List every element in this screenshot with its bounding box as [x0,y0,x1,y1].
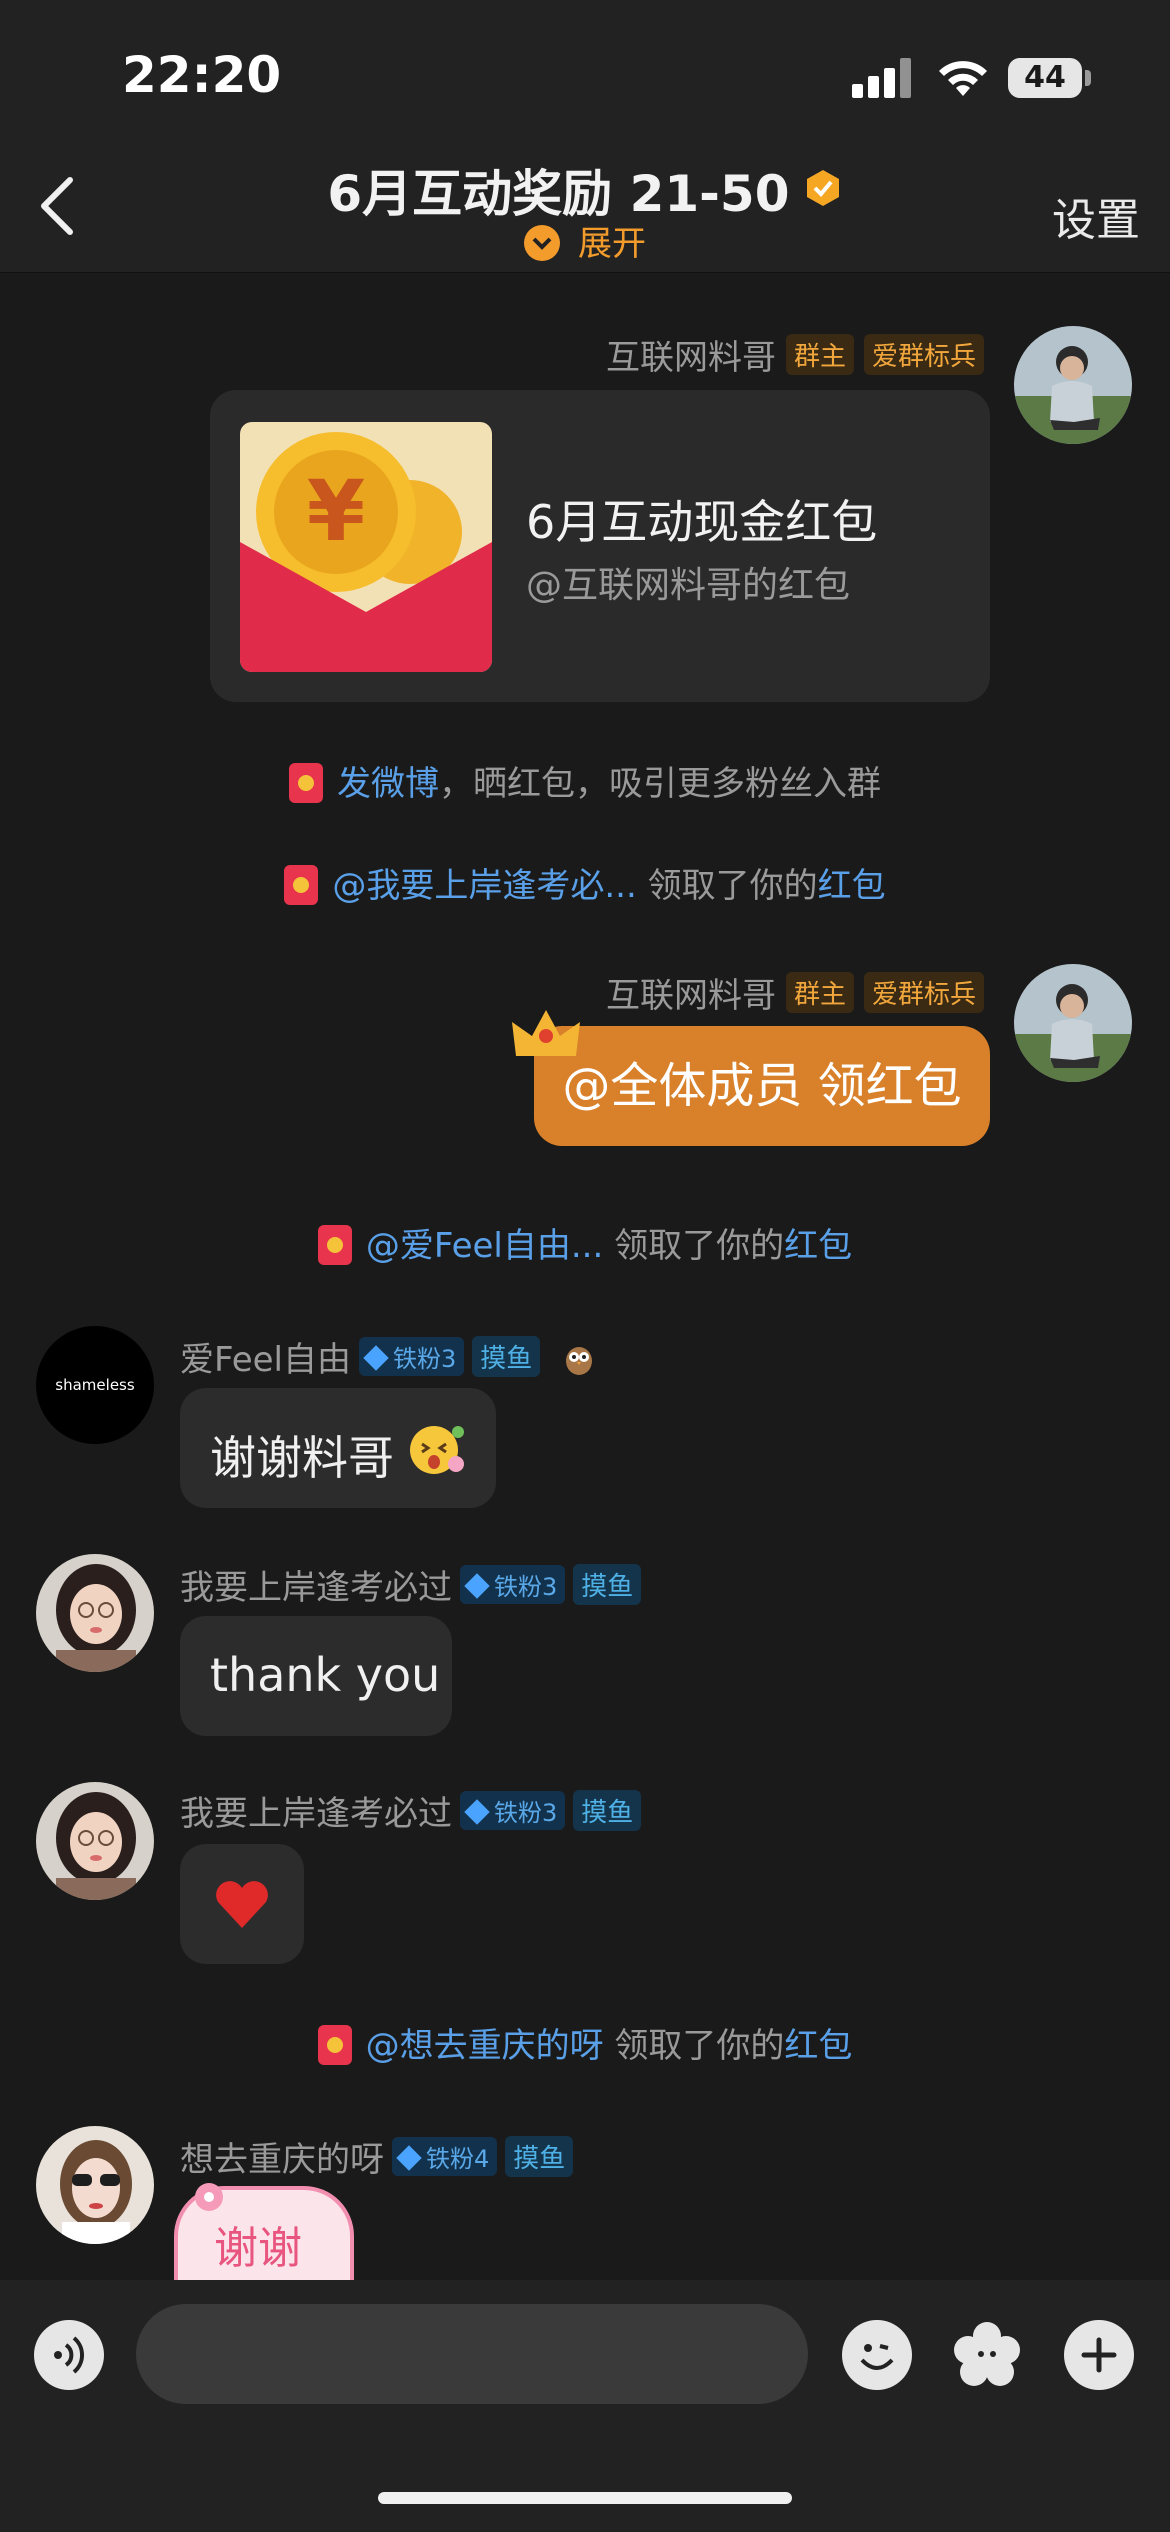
owner-tag: 群主 [785,972,854,1013]
sender-name: 我要上岸逢考必过 [180,1794,452,1834]
plus-icon [1081,2337,1117,2373]
red-packet-icon [317,1225,352,1265]
sender-name-line: 互联网料哥 群主 爱群标兵 [606,968,984,1017]
sender-name-line: 我要上岸逢考必过 铁粉3 摸鱼 [180,1560,642,1609]
fan-level-label: 铁粉3 [494,1573,558,1601]
claimer-link[interactable]: @爱Feel自由... [366,1226,603,1266]
fan-level-label: 铁粉3 [494,1799,558,1827]
badge-tag: 爱群标兵 [863,972,984,1013]
red-packet-link[interactable]: 红包 [818,866,886,906]
message-bubble[interactable]: thank you [180,1616,452,1736]
claimer-link[interactable]: @我要上岸逢考必... [332,866,636,906]
sender-name: 互联网料哥 [605,338,776,378]
red-packet-icon [317,2025,352,2065]
system-message-claim: @我要上岸逢考必... 领取了你的红包 [0,858,1170,907]
post-weibo-link[interactable]: 发微博 [337,764,439,804]
group-tag: 摸鱼 [505,2136,574,2177]
heart-icon [216,1881,268,1928]
home-indicator [378,2492,792,2504]
blush-emoji-icon [410,1426,464,1474]
svg-text:¥: ¥ [307,462,365,560]
sender-name: 爱Feel自由 [180,1340,351,1380]
badge-tag: 爱群标兵 [863,334,984,375]
message-text: 谢谢 [214,2223,302,2274]
avatar[interactable]: shameless [36,1326,154,1444]
sender-name-line: 我要上岸逢考必过 铁粉3 摸鱼 [180,1786,642,1835]
message-bubble[interactable] [180,1844,304,1964]
diamond-icon [363,1345,389,1371]
add-button[interactable] [1064,2320,1134,2390]
status-time: 22:20 [122,46,282,104]
battery-tip [1085,70,1091,86]
system-text: ，晒红包，吸引更多粉丝入群 [439,764,881,804]
message-input[interactable] [136,2304,808,2404]
sticker-button[interactable] [952,2320,1022,2390]
voice-icon [54,2336,85,2374]
sender-name-line: 想去重庆的呀 铁粉4 摸鱼 [180,2132,574,2181]
claimer-link[interactable]: @想去重庆的呀 [366,2026,604,2066]
sender-name: 互联网料哥 [605,976,776,1016]
diamond-icon [464,1799,490,1825]
fan-level-tag: 铁粉3 [460,1791,566,1830]
emoji-button[interactable] [842,2320,912,2390]
red-packet-icon [289,763,323,803]
avatar[interactable] [1014,964,1132,1082]
red-packet-title: 6月互动现金红包 [526,495,878,549]
red-packet-card[interactable]: ¥ 6月互动现金红包 @互联网料哥的红包 [210,390,990,702]
owl-icon [566,1347,593,1375]
group-tag: 摸鱼 [472,1336,541,1377]
avatar[interactable] [36,1782,154,1900]
cellular-signal-icon [852,58,914,98]
sender-name-line: 爱Feel自由 铁粉3 摸鱼 [180,1332,597,1381]
system-text: 领取了你的 [603,1226,785,1266]
wifi-icon [939,61,987,96]
fan-level-tag: 铁粉4 [392,2137,498,2176]
message-bubble[interactable]: 谢谢料哥 [180,1388,496,1508]
flower-icon [954,2322,1020,2386]
voice-button[interactable] [34,2320,104,2390]
fan-level-tag: 铁粉3 [358,1337,465,1376]
system-message-claim: @想去重庆的呀 领取了你的红包 [0,2018,1170,2067]
red-packet-link[interactable]: 红包 [784,1226,852,1266]
sender-name: 我要上岸逢考必过 [180,1568,452,1608]
sender-name: 想去重庆的呀 [180,2140,384,2180]
system-text: 领取了你的 [603,2026,785,2066]
avatar-text: shameless [55,1376,135,1394]
expand-toggle[interactable]: 展开 [0,216,1170,265]
avatar[interactable] [36,1554,154,1672]
diamond-icon [464,1573,490,1599]
diamond-icon [396,2145,422,2171]
message-text: thank you [210,1648,441,1702]
announcement-bubble[interactable]: @全体成员 领红包 [534,1026,990,1146]
fan-level-label: 铁粉4 [426,2145,490,2173]
battery-indicator: 44 [1008,58,1082,98]
red-packet-subtitle: @互联网料哥的红包 [526,565,851,606]
flower-decoration-icon [195,2183,223,2211]
avatar[interactable] [1014,326,1132,444]
title-row: 6月互动奖励 21-50 [0,150,1170,226]
settings-button[interactable]: 设置 [1052,184,1140,248]
red-packet-image: ¥ [240,422,492,672]
expand-label: 展开 [578,224,646,264]
smiley-icon [860,2344,894,2370]
avatar[interactable] [36,2126,154,2244]
crown-icon [512,1010,580,1056]
chat-header: 6月互动奖励 21-50 展开 设置 [0,150,1170,273]
message-text: 谢谢料哥 [210,1431,394,1485]
group-tag: 摸鱼 [573,1564,642,1605]
status-bar: 22:20 44 [0,0,1170,150]
red-packet-icon [284,865,319,905]
sender-name-line: 互联网料哥 群主 爱群标兵 [606,330,984,379]
input-bar [0,2280,1170,2532]
fan-level-label: 铁粉3 [392,1345,457,1373]
system-message-claim: @爱Feel自由... 领取了你的红包 [0,1218,1170,1267]
chevron-down-icon [524,225,560,261]
owner-tag: 群主 [785,334,854,375]
system-text: 领取了你的 [636,866,818,906]
system-message-share: 发微博，晒红包，吸引更多粉丝入群 [0,756,1170,805]
group-tag: 摸鱼 [573,1790,642,1831]
red-packet-link[interactable]: 红包 [784,2026,852,2066]
fan-level-tag: 铁粉3 [460,1565,566,1604]
verified-badge-icon [806,170,839,206]
